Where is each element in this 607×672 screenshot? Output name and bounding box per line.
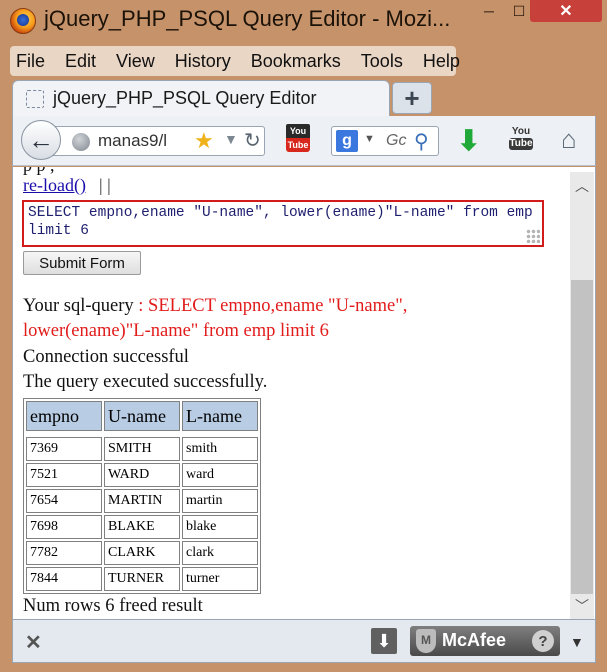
table-header-cell: U-name (104, 401, 180, 431)
table-cell: blake (182, 515, 258, 539)
youtube2-top: You (511, 126, 531, 137)
download-arrow-icon[interactable]: ⬇ (457, 124, 480, 157)
google-icon[interactable]: g (336, 130, 358, 152)
menu-view[interactable]: View (114, 51, 157, 72)
table-cell: SMITH (104, 437, 180, 461)
sql-query-label: Your sql-query (23, 296, 134, 316)
chevron-down-icon[interactable]: ▼ (570, 634, 584, 650)
arrow-left-icon: ← (28, 124, 54, 155)
execution-status: The query executed successfully. (23, 372, 268, 392)
table-header-row: empno U-name L-name (26, 401, 258, 431)
table-row: 7782 CLARK clark (26, 541, 258, 565)
table-header-cell: empno (26, 401, 102, 431)
sql-query-textarea[interactable]: SELECT empno,ename "U-name", lower(ename… (22, 200, 544, 247)
num-rows-status: Num rows 6 freed result (23, 596, 203, 616)
youtube-icon-bottom: Tube (286, 138, 310, 152)
chevron-down-icon[interactable]: ▼ (364, 133, 375, 145)
result-table: empno U-name L-name 7369 SMITH smith 752… (23, 398, 261, 594)
youtube-icon-top: You (286, 124, 310, 138)
mcafee-shield-icon: M (416, 629, 436, 653)
menu-bookmarks[interactable]: Bookmarks (249, 51, 343, 72)
menu-help[interactable]: Help (421, 51, 462, 72)
scrollbar-thumb[interactable] (571, 280, 593, 594)
tab-query-editor[interactable]: jQuery_PHP_PSQL Query Editor (12, 80, 390, 116)
youtube-downloader-icon[interactable]: You Tube (509, 126, 533, 154)
youtube2-bottom: Tube (509, 138, 533, 150)
submit-form-button[interactable]: Submit Form (23, 251, 141, 275)
table-cell: smith (182, 437, 258, 461)
table-cell: 7654 (26, 489, 102, 513)
table-cell: 7844 (26, 567, 102, 591)
sql-query-value-2: lower(ename)"L-name" from emp limit 6 (23, 321, 329, 341)
sql-query-value-1: : SELECT empno,ename "U-name", (138, 296, 408, 316)
table-cell: 7698 (26, 515, 102, 539)
table-row: 7698 BLAKE blake (26, 515, 258, 539)
link-separator: | | (99, 175, 111, 195)
new-tab-button[interactable]: + (392, 82, 432, 114)
table-cell: ward (182, 463, 258, 487)
table-row: 7521 WARD ward (26, 463, 258, 487)
table-cell: clark (182, 541, 258, 565)
chevron-up-icon[interactable]: ︿ (570, 176, 594, 198)
page-icon (26, 90, 44, 108)
resize-grip-icon[interactable] (526, 229, 540, 243)
menu-tools[interactable]: Tools (359, 51, 405, 72)
download-icon[interactable]: ⬇ (371, 628, 397, 654)
help-icon[interactable]: ? (532, 630, 554, 652)
search-icon[interactable]: ⚲ (414, 129, 429, 154)
tab-label: jQuery_PHP_PSQL Query Editor (53, 88, 317, 108)
addon-bar: ✕ ⬇ M McAfee ? ▼ (12, 619, 596, 663)
firefox-logo-icon (10, 8, 36, 34)
url-text[interactable]: manas9/l (98, 131, 167, 151)
navigation-toolbar: manas9/l ★ ▼ ↻ ← You Tube g ▼ Gc ⚲ ⬇ You… (12, 116, 596, 166)
table-cell: martin (182, 489, 258, 513)
page-content: p p , re-load() | | SELECT empno,ename "… (12, 167, 596, 619)
globe-icon (72, 133, 90, 151)
search-input[interactable]: Gc (386, 132, 406, 150)
table-cell: TURNER (104, 567, 180, 591)
mcafee-label: McAfee (442, 630, 507, 650)
table-cell: MARTIN (104, 489, 180, 513)
youtube-icon[interactable]: You Tube (286, 124, 310, 154)
table-cell: 7369 (26, 437, 102, 461)
table-cell: BLAKE (104, 515, 180, 539)
table-cell: 7782 (26, 541, 102, 565)
menu-bar: File Edit View History Bookmarks Tools H… (10, 46, 460, 76)
vertical-scrollbar[interactable]: ︿ ﹀ (570, 172, 594, 619)
menu-file[interactable]: File (14, 51, 47, 72)
connection-status: Connection successful (23, 347, 189, 367)
sql-query-line: Your sql-query : SELECT empno,ename "U-n… (23, 296, 407, 317)
table-cell: 7521 (26, 463, 102, 487)
chevron-down-icon[interactable]: ﹀ (570, 596, 594, 618)
url-bar[interactable]: manas9/l ★ ▼ ↻ (49, 126, 265, 156)
table-row: 7844 TURNER turner (26, 567, 258, 591)
menu-edit[interactable]: Edit (63, 51, 98, 72)
mcafee-button[interactable]: M McAfee ? (410, 626, 560, 656)
reload-link[interactable]: re-load() (23, 175, 86, 196)
table-cell: CLARK (104, 541, 180, 565)
table-header-cell: L-name (182, 401, 258, 431)
table-row: 7369 SMITH smith (26, 437, 258, 461)
close-window-button[interactable]: ✕ (530, 0, 602, 22)
bookmark-star-icon[interactable]: ★ (194, 128, 214, 154)
table-row: 7654 MARTIN martin (26, 489, 258, 513)
title-bar: jQuery_PHP_PSQL Query Editor - Mozi... ─… (0, 0, 607, 44)
table-cell: WARD (104, 463, 180, 487)
minimize-button[interactable]: ─ (474, 0, 504, 22)
search-bar[interactable]: g ▼ Gc ⚲ (331, 126, 439, 156)
table-cell: turner (182, 567, 258, 591)
chevron-down-icon[interactable]: ▼ (224, 131, 238, 147)
back-button[interactable]: ← (21, 120, 61, 160)
sql-query-text: SELECT empno,ename "U-name", lower(ename… (28, 205, 533, 239)
window-title: jQuery_PHP_PSQL Query Editor - Mozi... (44, 6, 451, 31)
menu-history[interactable]: History (173, 51, 233, 72)
close-icon[interactable]: ✕ (25, 630, 42, 655)
reload-icon[interactable]: ↻ (244, 128, 261, 153)
home-icon[interactable]: ⌂ (561, 124, 577, 155)
